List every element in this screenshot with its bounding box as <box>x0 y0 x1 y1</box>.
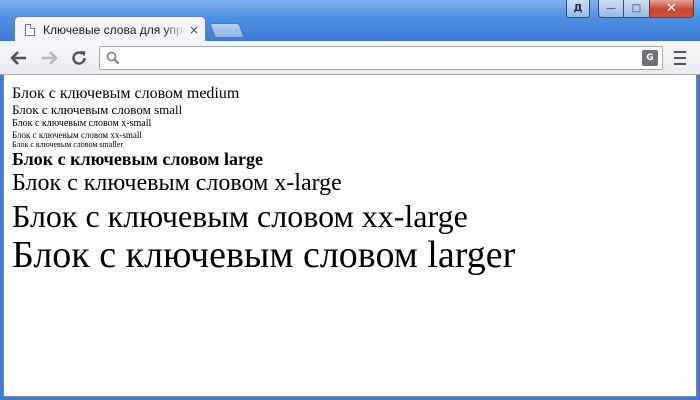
tab-close-icon[interactable]: × <box>189 23 199 37</box>
block-medium: Блок с ключевым словом medium <box>12 85 240 102</box>
back-button[interactable] <box>8 47 30 69</box>
title-bar: Д — □ ✕ Ключевые слова для управления ра… <box>0 0 700 42</box>
tab-title: Ключевые слова для управления размером <box>43 22 185 37</box>
toolbar: G <box>0 41 700 75</box>
arrow-right-icon <box>42 51 58 65</box>
menu-icon[interactable] <box>674 51 686 65</box>
block-x-small: Блок с ключевым словом x-small <box>12 118 152 130</box>
translate-icon[interactable]: G <box>642 50 658 66</box>
maximize-button[interactable]: □ <box>624 0 650 18</box>
block-larger: Блок с ключевым словом larger <box>12 234 516 277</box>
minimize-button[interactable]: — <box>598 0 624 18</box>
block-xx-large: Блок с ключевым словом xx-large <box>12 197 468 234</box>
user-profile-button[interactable]: Д <box>566 0 590 18</box>
window-controls: Д — □ ✕ <box>566 0 694 19</box>
block-xx-small: Блок с ключевым словом xx-small <box>12 129 142 140</box>
forward-button[interactable] <box>38 47 60 69</box>
search-icon <box>106 51 120 65</box>
block-large: Блок с ключевым словом large <box>12 149 263 170</box>
page-content: Блок с ключевым словом medium Блок с клю… <box>3 75 697 397</box>
reload-button[interactable] <box>68 47 90 69</box>
address-bar[interactable]: G <box>99 46 663 70</box>
page-icon <box>25 23 35 36</box>
close-window-button[interactable]: ✕ <box>650 0 694 18</box>
arrow-left-icon <box>10 51 26 65</box>
new-tab-button[interactable] <box>209 23 245 38</box>
tab-active[interactable]: Ключевые слова для управления размером × <box>14 16 206 42</box>
reload-icon <box>72 51 86 65</box>
block-smaller: Блок с ключевым словом smaller <box>12 140 123 150</box>
block-x-large: Блок с ключевым словом x-large <box>12 170 342 197</box>
browser-window: Д — □ ✕ Ключевые слова для управления ра… <box>0 0 700 400</box>
block-small: Блок с ключевым словом small <box>12 102 183 118</box>
